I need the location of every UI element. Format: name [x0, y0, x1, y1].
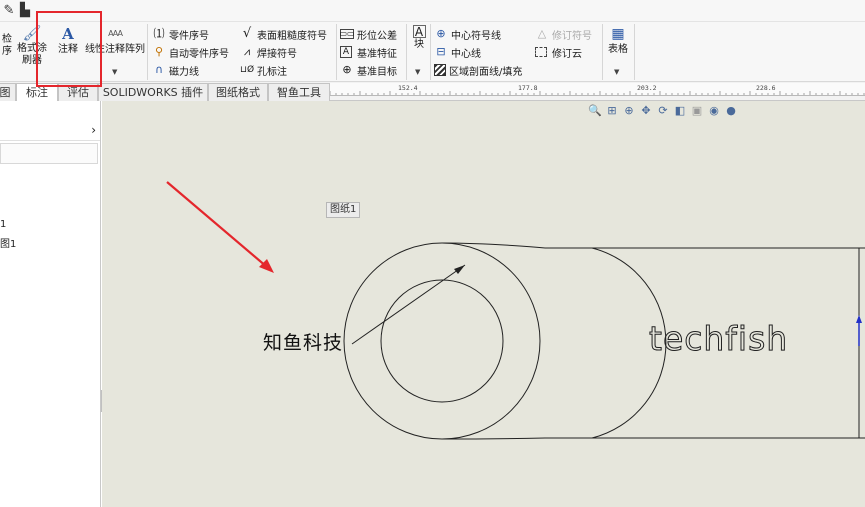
magnet-icon: ∩: [154, 63, 164, 76]
balloon-button[interactable]: ⑴ 零件序号: [152, 25, 210, 43]
revision-symbol-icon: △: [537, 27, 547, 40]
ribbon-separator: [147, 24, 148, 80]
ruler-label: 152.4: [398, 84, 418, 92]
leader-arrowhead-icon: [454, 265, 465, 274]
tab-zhiyu-tools[interactable]: 智鱼工具: [268, 83, 330, 101]
magnetic-line-button[interactable]: ∩ 磁力线: [152, 61, 199, 79]
area-hatch-button[interactable]: 区域剖面线/填充: [434, 61, 522, 79]
datum-target-icon: ⊕: [342, 63, 352, 76]
horizontal-ruler: 152.4 177.8 203.2 228.6: [330, 83, 865, 96]
dimension-arrow-icon: [856, 315, 862, 323]
feature-manager-panel: › 1 图1: [0, 101, 101, 507]
hole-callout-icon: ⊔Ø: [239, 65, 255, 75]
spell-check-button[interactable]: 检 序: [0, 34, 14, 58]
outer-circle[interactable]: [343, 242, 541, 440]
block-button[interactable]: A 块: [410, 25, 428, 51]
ruler-label: 228.6: [756, 84, 776, 92]
tree-item-1[interactable]: 1: [0, 219, 6, 230]
gdt-button[interactable]: ▭▭ 形位公差: [339, 25, 397, 43]
datum-target-button[interactable]: ⊕ 基准目标: [340, 61, 397, 79]
view-layout-icon[interactable]: ▙: [17, 3, 33, 19]
ribbon-separator: [336, 24, 337, 80]
tab-solidworks-addins[interactable]: SOLIDWORKS 插件: [98, 83, 208, 101]
center-mark-icon: ⊕: [436, 27, 446, 40]
tab-view-layout[interactable]: 图: [0, 83, 16, 101]
pattern-icon: AAA: [108, 29, 123, 38]
datum-feature-button[interactable]: A 基准特征: [340, 43, 397, 61]
chevron-down-icon[interactable]: ▼: [112, 68, 117, 76]
revision-cloud-button[interactable]: 修订云: [535, 43, 582, 61]
ruler-label: 203.2: [637, 84, 657, 92]
surface-finish-icon: √: [242, 26, 252, 41]
red-pointer-arrow: [166, 181, 268, 268]
auto-balloon-button[interactable]: ⚲ 自动零件序号: [152, 43, 229, 61]
panel-header: ›: [0, 121, 100, 141]
centerline-button[interactable]: ⊟ 中心线: [434, 43, 481, 61]
inner-circle[interactable]: [380, 279, 504, 403]
tree-item-sheet[interactable]: 图1: [0, 235, 16, 250]
chevron-down-icon[interactable]: ▼: [614, 68, 619, 76]
hole-callout-button[interactable]: ⊔Ø 孔标注: [240, 61, 287, 79]
ribbon-separator: [602, 24, 603, 80]
annotation-ribbon: 检 序 🖌 格式涂 刷器 A 注释 AAA 线性注释阵列 ▼ ⑴ 零件序号 ⚲ …: [0, 22, 865, 82]
gdt-frame-icon: ▭▭: [339, 29, 355, 39]
drawing-tool-icon[interactable]: ✎: [1, 3, 17, 19]
highlight-box: [36, 11, 102, 87]
note-text[interactable]: 知鱼科技: [263, 328, 343, 355]
weld-symbol-button[interactable]: ⩘ 焊接符号: [240, 43, 297, 61]
center-mark-button[interactable]: ⊕ 中心符号线: [434, 25, 501, 43]
weld-symbol-icon: ⩘: [243, 45, 251, 58]
engraved-text[interactable]: techfish: [648, 319, 788, 359]
ribbon-separator: [430, 24, 431, 80]
ribbon-separator: [406, 24, 407, 80]
table-icon: ▦: [611, 26, 625, 42]
ribbon-separator: [634, 24, 635, 80]
hatch-icon: [434, 64, 446, 76]
drawing-geometry: [166, 181, 865, 440]
quick-access-toolbar: ✎ ▙: [0, 0, 865, 22]
table-button[interactable]: ▦ 表格: [606, 25, 630, 56]
chevron-right-icon[interactable]: ›: [91, 123, 96, 137]
centerline-icon: ⊟: [436, 45, 446, 58]
revision-symbol-button[interactable]: △ 修订符号: [535, 25, 592, 43]
auto-balloon-icon: ⚲: [154, 45, 164, 58]
tab-sheet-format[interactable]: 图纸格式: [208, 83, 268, 101]
chevron-down-icon[interactable]: ▼: [415, 68, 420, 76]
revision-cloud-icon: [535, 47, 547, 57]
balloon-icon: ⑴: [153, 27, 165, 40]
ruler-label: 177.8: [518, 84, 538, 92]
datum-feature-icon: A: [340, 46, 352, 58]
tree-filter-input[interactable]: [0, 143, 98, 164]
drawing-canvas[interactable]: 🔍 ⊞ ⊕ ✥ ⟳ ◧ ▣ ◉ ● 图纸1 知鱼科技 techfish: [102, 101, 865, 507]
block-icon: A: [412, 25, 426, 38]
note-leader[interactable]: [351, 264, 466, 345]
surface-finish-button[interactable]: √ 表面粗糙度符号: [240, 25, 327, 43]
